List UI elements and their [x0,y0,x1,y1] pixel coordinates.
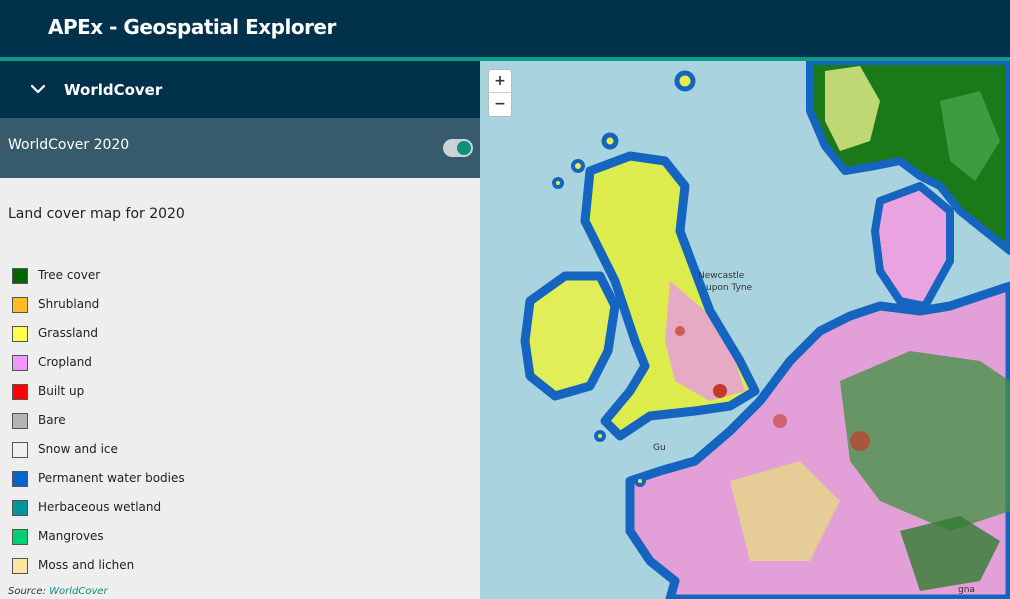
legend-item: Tree cover [12,266,312,295]
legend-swatch [12,326,28,342]
legend-label: Snow and ice [38,442,118,456]
legend-swatch [12,529,28,545]
layer-name: WorldCover 2020 [8,137,130,153]
section-title: WorldCover [64,81,163,99]
layer-visibility-toggle[interactable] [443,139,473,157]
source-prefix: Source: [8,586,46,597]
legend-item: Bare [12,411,312,440]
legend-label: Cropland [38,355,92,369]
legend-item: Built up [12,382,312,411]
app-title: APEx - Geospatial Explorer [48,15,336,39]
legend-swatch [12,442,28,458]
zoom-in-button[interactable]: + [489,70,511,93]
source-attribution: Source: WorldCover [8,586,108,597]
legend-swatch [12,500,28,516]
legend-swatch [12,297,28,313]
legend-swatch [12,413,28,429]
map-place-label: Gu [653,443,666,453]
legend-label: Tree cover [38,268,101,282]
legend-item: Herbaceous wetland [12,498,312,527]
chevron-down-icon[interactable] [28,79,48,99]
layer-description: Land cover map for 2020 [8,206,185,222]
legend-swatch [12,268,28,284]
map-place-label: gna [958,585,975,595]
legend-item: Permanent water bodies [12,469,312,498]
legend-item: Cropland [12,353,312,382]
legend-item: Shrubland [12,295,312,324]
legend-swatch [12,355,28,371]
legend-swatch [12,558,28,574]
legend-label: Grassland [38,326,98,340]
legend-label: Permanent water bodies [38,471,185,485]
sidebar: WorldCover WorldCover 2020 Land cover ma… [0,61,480,599]
legend-label: Mangroves [38,529,104,543]
map-view[interactable]: + − Newcastle upon Tyne Gu gna [480,61,1010,599]
legend-label: Bare [38,413,66,427]
section-header-worldcover[interactable]: WorldCover [0,61,480,118]
map-place-label: upon Tyne [706,283,753,293]
legend-item: Grassland [12,324,312,353]
legend-swatch [12,384,28,400]
legend-label: Herbaceous wetland [38,500,162,514]
app-header: APEx - Geospatial Explorer [0,0,1010,57]
zoom-out-button[interactable]: − [489,93,511,115]
map-canvas[interactable] [480,61,1010,599]
legend: Tree cover Shrubland Grassland Cropland Buil… [12,266,312,585]
legend-item: Moss and lichen [12,556,312,585]
legend-item: Snow and ice [12,440,312,469]
legend-label: Built up [38,384,85,398]
legend-label: Moss and lichen [38,558,135,572]
legend-label: Shrubland [38,297,100,311]
layer-row-worldcover-2020: WorldCover 2020 [0,118,480,178]
legend-item: Mangroves [12,527,312,556]
zoom-control: + − [488,69,512,117]
map-place-label: Newcastle [698,271,745,281]
source-link[interactable]: WorldCover [49,586,108,597]
legend-swatch [12,471,28,487]
toggle-knob [457,141,471,155]
